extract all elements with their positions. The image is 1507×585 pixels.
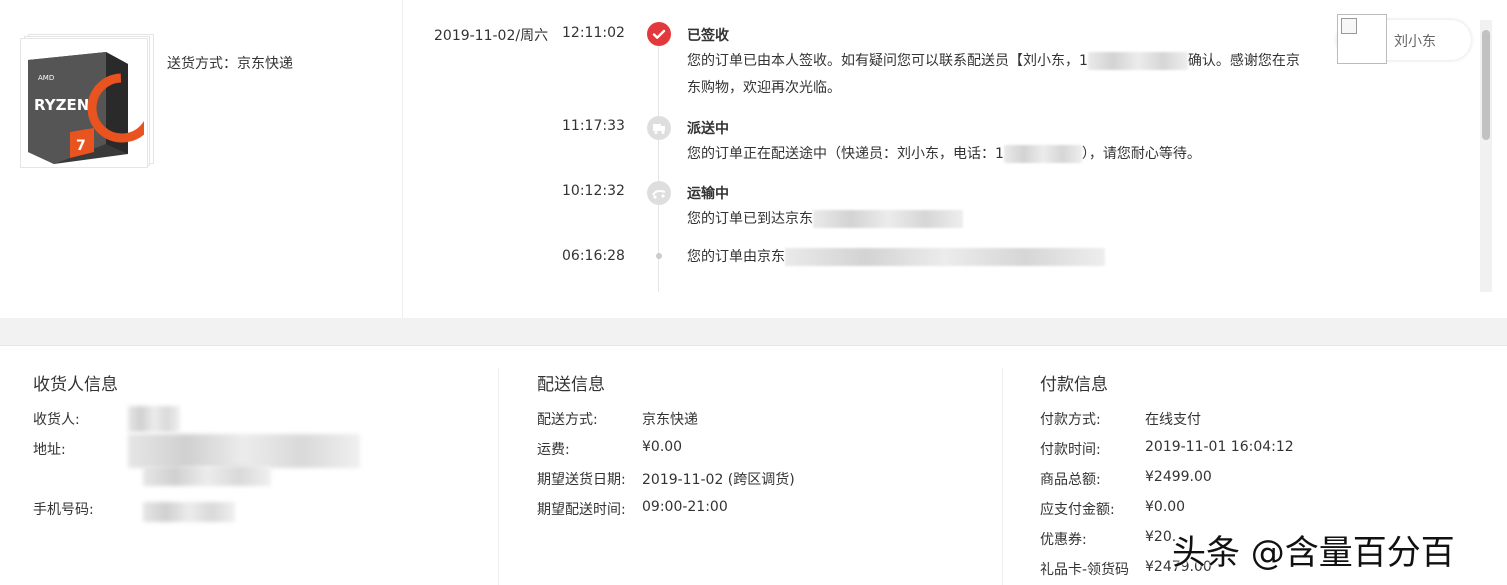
row-label: 收货人: (33, 412, 80, 428)
event-text: 您的订单已由本人签收。如有疑问您可以联系配送员【刘小东，1 (687, 53, 1088, 69)
row-label: 商品总额: (1040, 472, 1101, 488)
timeline-dot (656, 253, 662, 259)
broken-image-icon (1341, 18, 1357, 34)
tracking-timeline[interactable]: 2019-11-02/周六 12:11:02 已签收 您的订单已由本人签收。如有… (403, 0, 1480, 292)
check-icon (647, 22, 671, 46)
row-label: 期望配送时间: (537, 502, 626, 518)
row-label: 运费: (537, 442, 570, 458)
ryzen-7-box-image: AMD RYZEN 7 (28, 52, 144, 164)
receiver-heading: 收货人信息 (33, 375, 118, 395)
event-description: 您的订单由京东 (687, 244, 1105, 271)
event-text: ），请您耐心等待。 (1081, 146, 1201, 162)
row-label: 应支付金额: (1040, 502, 1115, 518)
timeline-scrollbar[interactable] (1480, 20, 1492, 292)
redacted-phone (143, 502, 235, 522)
delivery-truck-icon (647, 116, 671, 140)
event-description: 您的订单已由本人签收。如有疑问您可以联系配送员【刘小东，1 确认。感谢您在京 东购… (687, 48, 1300, 102)
redacted-address (143, 466, 271, 486)
timeline-date: 2019-11-02/周六 (434, 28, 549, 44)
event-text: 您的订单正在配送途中（快递员：刘小东，电话：1 (687, 146, 1004, 162)
row-value: 2019-11-01 16:04:12 (1145, 439, 1294, 455)
redacted-location (785, 248, 1105, 266)
event-time: 11:17:33 (562, 118, 625, 134)
event-title: 派送中 (687, 121, 729, 137)
courier-avatar (1337, 14, 1387, 64)
svg-text:AMD: AMD (38, 74, 54, 82)
event-title: 已签收 (687, 28, 729, 44)
redacted-location (813, 210, 963, 228)
shipping-method-label: 送货方式：京东快递 (167, 56, 293, 72)
row-label: 付款方式: (1040, 412, 1101, 428)
event-time: 06:16:28 (562, 248, 625, 264)
courier-name: 刘小东 (1394, 34, 1436, 50)
row-label: 手机号码: (33, 502, 94, 518)
row-label: 配送方式: (537, 412, 598, 428)
row-label: 付款时间: (1040, 442, 1101, 458)
event-description: 您的订单正在配送途中（快递员：刘小东，电话：1 ），请您耐心等待。 (687, 141, 1201, 168)
product-thumbnail[interactable]: AMD RYZEN 7 (20, 34, 154, 168)
row-value: ¥0.00 (642, 439, 683, 455)
redacted-phone (1003, 145, 1082, 163)
redacted-address (128, 434, 360, 468)
row-value: 在线支付 (1145, 412, 1201, 428)
event-text: 您的订单由京东 (687, 249, 785, 265)
row-label: 地址: (33, 442, 66, 458)
column-divider (1002, 368, 1003, 585)
row-label: 优惠券: (1040, 532, 1087, 548)
row-value: 09:00-21:00 (642, 499, 728, 515)
event-time: 12:11:02 (562, 25, 625, 41)
event-text: 确认。感谢您在京 (1187, 53, 1300, 69)
row-label: 礼品卡-领货码 (1040, 562, 1130, 578)
redacted-phone (1087, 52, 1188, 70)
row-value: ¥0.00 (1145, 499, 1186, 515)
payment-heading: 付款信息 (1040, 375, 1108, 395)
row-value: 2019-11-02 (跨区调货) (642, 472, 795, 488)
event-description: 您的订单已到达京东 (687, 206, 963, 233)
courier-badge[interactable]: 刘小东 (1337, 14, 1471, 64)
section-separator (0, 318, 1507, 346)
delivery-info: 配送信息 配送方式: 京东快递 运费: ¥0.00 期望送货日期: 2019-11-0… (537, 346, 1007, 585)
delivery-heading: 配送信息 (537, 375, 605, 395)
redacted-name (128, 406, 180, 432)
svg-text:RYZEN: RYZEN (34, 96, 89, 114)
row-label: 期望送货日期: (537, 472, 626, 488)
transit-icon (647, 181, 671, 205)
svg-text:7: 7 (76, 138, 86, 154)
event-text: 东购物，欢迎再次光临。 (687, 80, 841, 96)
scrollbar-thumb[interactable] (1482, 30, 1490, 140)
event-text: 您的订单已到达京东 (687, 211, 813, 227)
column-divider (498, 368, 499, 585)
row-value: ¥2499.00 (1145, 469, 1212, 485)
event-title: 运输中 (687, 186, 729, 202)
watermark: 头条 @含量百分百 (1172, 533, 1455, 573)
row-value: 京东快递 (642, 412, 698, 428)
event-time: 10:12:32 (562, 183, 625, 199)
receiver-info: 收货人信息 收货人: 地址: 手机号码: (33, 346, 503, 585)
order-tracking-panel: AMD RYZEN 7 送货方式：京东快递 2019-11-02/周六 12:1… (0, 0, 1507, 318)
